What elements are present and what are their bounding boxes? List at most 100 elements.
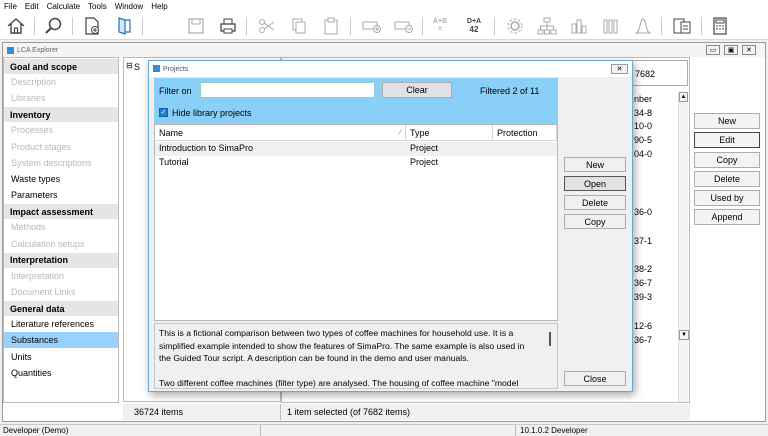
copy-icon[interactable] [287, 15, 311, 37]
home-icon[interactable] [4, 15, 28, 37]
cut-icon[interactable] [255, 15, 279, 37]
stacked-chart-icon[interactable] [599, 15, 623, 37]
description-line: simplified example intended to show the … [159, 340, 525, 351]
table-row[interactable]: Tutorial Project [155, 156, 557, 170]
close-window-button[interactable]: ✕ [742, 45, 756, 55]
description-scrollbar[interactable] [549, 332, 551, 346]
close-icon[interactable]: ✕ [611, 64, 628, 74]
calculator-icon[interactable] [708, 15, 732, 37]
column-header-number: nber [634, 94, 653, 104]
distribution-icon[interactable] [631, 15, 655, 37]
items-status-bar: 36724 items 1 item selected (of 7682 ite… [123, 404, 690, 420]
cell-name: Tutorial [159, 157, 189, 167]
compare-icon[interactable]: A+B = [428, 15, 452, 37]
number-cell: 34-8 [634, 108, 653, 118]
append-button[interactable]: Append [694, 209, 760, 225]
sidebar-item[interactable]: Parameters [4, 187, 118, 203]
number-cell: 38-2 [634, 264, 653, 274]
table-row[interactable]: Introduction to SimaPro Project [155, 142, 557, 156]
description-line [159, 365, 539, 378]
search-icon[interactable] [42, 15, 66, 37]
sidebar-section-heading: Goal and scope [4, 58, 118, 74]
menu-calculate[interactable]: Calculate [47, 2, 80, 11]
new-project-button[interactable]: New [564, 157, 626, 172]
sidebar-section-heading: General data [4, 300, 118, 317]
delete-project-button[interactable]: Delete [564, 195, 626, 210]
used-by-button[interactable]: Used by [694, 190, 760, 206]
scroll-down-arrow[interactable]: ▼ [679, 330, 689, 340]
menu-bar: File Edit Calculate Tools Window Help [0, 0, 768, 13]
copy-project-button[interactable]: Copy [564, 214, 626, 229]
copy-button[interactable]: Copy [694, 152, 760, 168]
analyze-icon[interactable]: D+A 42 [462, 15, 486, 37]
network-icon[interactable] [535, 15, 559, 37]
sidebar-item[interactable]: Processes [4, 122, 118, 138]
sidebar-item[interactable]: Waste types [4, 171, 118, 187]
sidebar-item[interactable]: Calculation setups [4, 236, 118, 252]
sidebar-item[interactable]: Description [4, 74, 118, 90]
filter-label: Filter on [159, 86, 192, 96]
menu-tools[interactable]: Tools [88, 2, 107, 11]
open-project-button[interactable]: Open [564, 176, 626, 191]
scroll-up-arrow[interactable]: ▲ [679, 92, 688, 102]
sidebar-item[interactable]: Quantities [4, 365, 118, 381]
clear-button[interactable]: Clear [382, 82, 452, 98]
toolbar-separator [142, 17, 143, 35]
filter-input[interactable] [200, 82, 375, 98]
description-line: This is a fictional comparison between t… [159, 328, 514, 338]
dialog-titlebar: Projects [149, 61, 632, 77]
report-icon[interactable] [670, 15, 694, 37]
menu-file[interactable]: File [4, 2, 17, 11]
maximize-button[interactable]: ▣ [724, 45, 738, 55]
cell-name: Introduction to SimaPro [159, 143, 254, 153]
new-document-icon[interactable] [80, 15, 104, 37]
number-cell: 39-3 [634, 292, 653, 302]
projects-dialog: Projects ✕ Filter on Clear Filtered 2 of… [148, 60, 633, 392]
number-cell: 36-7 [634, 278, 653, 288]
description-line: the Guided Tour script. A description ca… [159, 353, 469, 363]
sidebar-item[interactable]: Interpretation [4, 268, 118, 284]
new-button[interactable]: New [694, 113, 760, 129]
paste-icon[interactable] [319, 15, 343, 37]
sidebar-item[interactable]: Literature references [4, 316, 118, 332]
toolbar-separator [246, 17, 247, 35]
item-count: 36724 items [134, 407, 184, 417]
collapse-icon[interactable]: ⊟ [126, 61, 133, 70]
column-header-protection[interactable]: Protection [493, 125, 557, 141]
gear-icon[interactable] [503, 15, 527, 37]
sidebar-item[interactable]: Substances [4, 332, 118, 349]
vertical-scrollbar[interactable]: ▲ ▼ [678, 92, 689, 402]
close-button[interactable]: Close [564, 371, 626, 386]
column-header-type[interactable]: Type [406, 125, 493, 141]
sidebar-item[interactable]: Product stages [4, 139, 118, 155]
remove-row-icon[interactable] [392, 15, 416, 37]
toolbar-separator [494, 17, 495, 35]
selection-status: 1 item selected (of 7682 items) [287, 407, 411, 417]
edit-button[interactable]: Edit [694, 132, 760, 148]
menu-window[interactable]: Window [115, 2, 143, 11]
projects-table: Name ⁄ Type Protection Introduction to S… [154, 124, 558, 321]
column-header-name[interactable]: Name ⁄ [155, 125, 406, 141]
save-icon[interactable] [184, 15, 208, 37]
sidebar-item[interactable]: Methods [4, 219, 118, 235]
number-cell: 10-0 [634, 121, 653, 131]
minimize-button[interactable]: ▭ [706, 45, 720, 55]
sidebar-item[interactable]: Document Links [4, 284, 118, 300]
delete-button[interactable]: Delete [694, 171, 760, 187]
sidebar-item[interactable]: Libraries [4, 90, 118, 106]
number-cell: 36-7 [634, 335, 653, 345]
toolbar-separator [701, 17, 702, 35]
window-titlebar: LCA Explorer [3, 43, 765, 57]
add-row-icon[interactable] [360, 15, 384, 37]
print-icon[interactable] [216, 15, 240, 37]
sidebar-item[interactable]: System descriptions [4, 155, 118, 171]
cell-type: Project [410, 143, 439, 153]
divider [515, 425, 516, 436]
open-project-icon[interactable] [112, 15, 136, 37]
sidebar-item[interactable]: Units [4, 348, 118, 364]
hide-library-label: Hide library projects [172, 108, 252, 118]
menu-help[interactable]: Help [151, 2, 167, 11]
bar-chart-icon[interactable] [567, 15, 591, 37]
menu-edit[interactable]: Edit [25, 2, 39, 11]
hide-library-checkbox[interactable]: ✓ [159, 108, 168, 117]
